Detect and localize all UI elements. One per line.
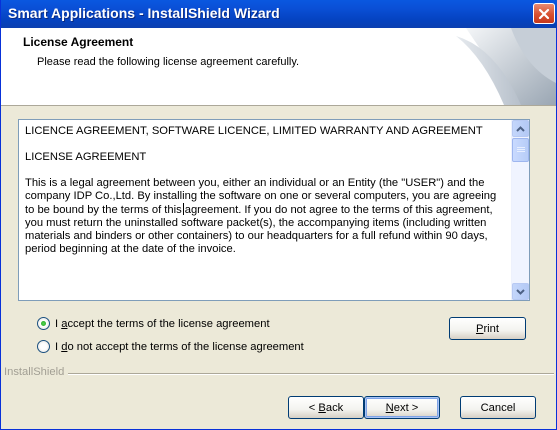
print-label-rest: rint: [483, 322, 499, 335]
license-body: This is a legal agreement between you, e…: [25, 177, 507, 256]
scroll-up-button[interactable]: [512, 120, 529, 137]
installshield-window: Smart Applications - InstallShield Wizar…: [0, 0, 557, 430]
back-label-prefix: <: [308, 401, 319, 414]
scroll-thumb[interactable]: [512, 138, 529, 162]
installshield-banner-graphic: [456, 28, 556, 105]
page-subtitle: Please read the following license agreem…: [37, 56, 300, 68]
accept-label[interactable]: I accept the terms of the license agreem…: [55, 318, 270, 330]
arrow-down-icon: [516, 288, 525, 295]
window-title: Smart Applications - InstallShield Wizar…: [8, 5, 280, 21]
scroll-down-button[interactable]: [512, 283, 529, 300]
print-accesskey: P: [475, 322, 484, 335]
close-icon: [538, 8, 550, 19]
back-accesskey: B: [318, 401, 326, 414]
license-subheading: LICENSE AGREEMENT: [25, 151, 147, 163]
back-button[interactable]: < Back: [288, 396, 364, 419]
text-caret: [182, 203, 184, 215]
print-button[interactable]: Print: [449, 317, 526, 340]
back-label-rest: ack: [325, 401, 344, 414]
wizard-header: License Agreement Please read the follow…: [1, 28, 556, 106]
decline-label[interactable]: I do not accept the terms of the license…: [55, 341, 304, 353]
decline-radio[interactable]: [37, 340, 50, 353]
close-button[interactable]: [533, 3, 555, 24]
accept-option[interactable]: I accept the terms of the license agreem…: [37, 317, 270, 330]
next-label-rest: ext >: [393, 401, 419, 414]
accept-radio[interactable]: [37, 317, 50, 330]
next-button[interactable]: Next >: [364, 396, 440, 419]
installshield-brand: InstallShield: [4, 366, 69, 378]
scroll-thumb-grip: [517, 147, 525, 148]
decline-label-rest: o not accept the terms of the license ag…: [67, 340, 304, 353]
license-text-box[interactable]: LICENCE AGREEMENT, SOFTWARE LICENCE, LIM…: [18, 119, 530, 301]
next-accesskey: N: [385, 401, 394, 414]
cancel-button[interactable]: Cancel: [460, 396, 536, 419]
vertical-scrollbar[interactable]: [511, 120, 529, 300]
license-text[interactable]: LICENCE AGREEMENT, SOFTWARE LICENCE, LIM…: [25, 125, 507, 297]
page-title: License Agreement: [23, 35, 134, 49]
title-bar[interactable]: Smart Applications - InstallShield Wizar…: [1, 0, 557, 28]
arrow-up-icon: [516, 125, 525, 132]
license-heading: LICENCE AGREEMENT, SOFTWARE LICENCE, LIM…: [25, 125, 483, 137]
footer-divider: [4, 373, 554, 375]
decline-option[interactable]: I do not accept the terms of the license…: [37, 340, 304, 353]
accept-label-rest: ccept the terms of the license agreement: [67, 317, 270, 330]
